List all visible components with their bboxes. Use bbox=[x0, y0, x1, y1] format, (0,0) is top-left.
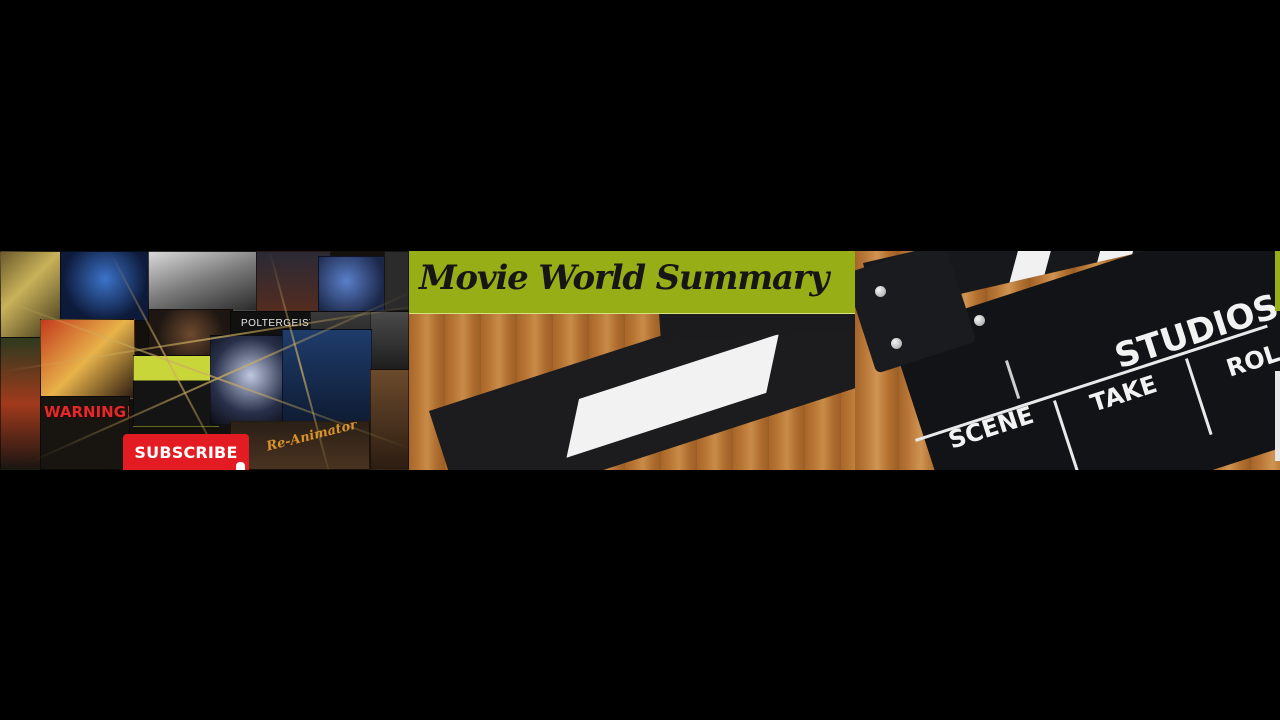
poster bbox=[370, 311, 409, 371]
subscribe-button[interactable]: SUBSCRIBE bbox=[123, 434, 249, 470]
poster-collage: POLTERGEIST II WARNING! Re-Animator SUBS… bbox=[0, 251, 409, 470]
title-bar: Movie World Summary bbox=[409, 251, 855, 314]
poster bbox=[370, 369, 409, 470]
poster-title: WARNING! bbox=[44, 403, 130, 421]
bolt-icon bbox=[891, 338, 902, 349]
poster bbox=[0, 337, 45, 470]
channel-title: Movie World Summary bbox=[419, 258, 829, 298]
poster: WARNING! bbox=[40, 396, 130, 470]
edge-strip bbox=[1275, 371, 1280, 461]
hand-cursor-icon bbox=[236, 462, 245, 470]
poster bbox=[133, 355, 219, 427]
poster: Re-Animator bbox=[230, 421, 370, 470]
poster bbox=[318, 256, 388, 318]
poster bbox=[148, 251, 258, 311]
poster bbox=[60, 251, 150, 321]
subscribe-label: SUBSCRIBE bbox=[134, 442, 238, 462]
bolt-icon bbox=[875, 286, 886, 297]
clapperboard-panel: STUDIOS SCENE TAKE ROL bbox=[855, 251, 1280, 470]
edge-strip bbox=[1275, 251, 1280, 311]
title-panel: Movie World Summary bbox=[409, 251, 855, 470]
channel-banner: POLTERGEIST II WARNING! Re-Animator SUBS… bbox=[0, 251, 1280, 470]
bolt-icon bbox=[974, 315, 985, 326]
